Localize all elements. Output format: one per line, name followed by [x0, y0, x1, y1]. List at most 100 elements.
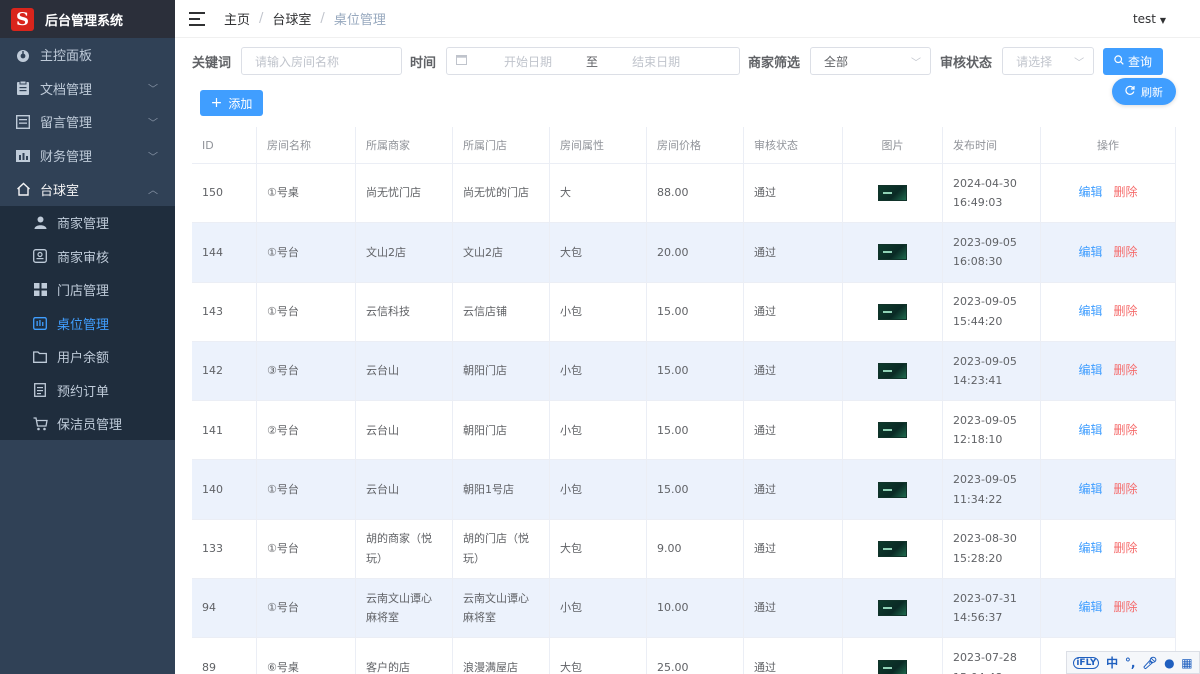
breadcrumb-home[interactable]: 主页: [224, 9, 250, 28]
sidebar-item-merchants[interactable]: 商家管理: [0, 206, 175, 240]
edit-button[interactable]: 编辑: [1078, 421, 1102, 441]
room-price: 15.00: [647, 401, 744, 460]
table-thumbnail[interactable]: [878, 481, 907, 498]
sidebar-item-finance[interactable]: 财务管理 ﹀: [0, 139, 175, 173]
breadcrumb-separator: /: [259, 11, 264, 26]
table-thumbnail[interactable]: [878, 303, 907, 320]
edit-button[interactable]: 编辑: [1078, 361, 1102, 381]
sidebar-item-label: 用户余额: [57, 351, 110, 367]
search-button[interactable]: 查询: [1103, 47, 1164, 75]
image-cell: [843, 341, 943, 401]
delete-button[interactable]: 删除: [1114, 421, 1138, 441]
column-header[interactable]: 房间名称: [257, 126, 356, 164]
table-row[interactable]: 140 ①号台 云台山 朝阳1号店 小包 15.00 通过 2023-09-05 11:34:…: [192, 460, 1176, 520]
publish-time-text: 2023-09-05 15:44:20: [953, 295, 1017, 328]
room-price: 88.00: [647, 164, 744, 223]
delete-button[interactable]: 删除: [1114, 539, 1138, 559]
column-header[interactable]: 操作: [1041, 126, 1176, 164]
user-icon[interactable]: ●: [1164, 656, 1174, 670]
table-thumbnail[interactable]: [878, 244, 907, 261]
table-thumbnail[interactable]: [878, 363, 907, 380]
publish-time: 2023-09-05 15:44:20: [943, 282, 1041, 341]
refresh-button[interactable]: 刷新: [1112, 78, 1176, 105]
table-row[interactable]: 142 ③号台 云台山 朝阳门店 小包 15.00 通过 2023-09-05 14:23:4…: [192, 341, 1176, 402]
room-name-text: ①号台: [267, 601, 299, 615]
room-attribute-text: 小包: [560, 423, 582, 437]
column-header[interactable]: 房间价格: [647, 126, 744, 164]
grid-icon[interactable]: ▦: [1181, 656, 1192, 670]
table-row[interactable]: 94 ①号台 云南文山谭心麻将室 云南文山谭心麻将室 小包 10.00 通过 2023-07-…: [192, 579, 1176, 639]
hamburger-icon[interactable]: [189, 11, 205, 26]
sidebar-item-tables[interactable]: 桌位管理: [0, 306, 175, 340]
sidebar-item-merchant-audit[interactable]: 商家审核: [0, 239, 175, 273]
add-button[interactable]: + 添加: [200, 90, 263, 116]
sidebar-item-billiards[interactable]: 台球室 ︿: [0, 172, 175, 206]
column-header[interactable]: 审核状态: [744, 126, 843, 164]
table-thumbnail[interactable]: [878, 185, 907, 202]
logo[interactable]: S 后台管理系统: [0, 0, 175, 38]
publish-time-text: 2023-09-05 11:34:22: [953, 473, 1017, 506]
publish-time: 2024-04-30 16:49:03: [943, 164, 1041, 223]
user-menu[interactable]: test ▼: [1133, 12, 1166, 26]
edit-button[interactable]: 编辑: [1078, 243, 1102, 263]
table-thumbnail[interactable]: [878, 540, 907, 557]
ime-mode[interactable]: 中: [1106, 654, 1118, 671]
chevron-up-icon: ︿: [148, 185, 158, 197]
table-thumbnail[interactable]: [878, 600, 907, 617]
delete-button[interactable]: 删除: [1114, 243, 1138, 263]
edit-button[interactable]: 编辑: [1078, 539, 1102, 559]
delete-button[interactable]: 删除: [1114, 302, 1138, 322]
microphone-icon[interactable]: 🎤︎: [1142, 656, 1157, 670]
sidebar-item-stores[interactable]: 门店管理: [0, 273, 175, 307]
table-thumbnail[interactable]: [878, 659, 907, 674]
delete-button[interactable]: 删除: [1114, 183, 1138, 203]
room-price: 15.00: [647, 282, 744, 341]
audit-status-text: 通过: [754, 482, 776, 496]
room-attribute-text: 大: [560, 186, 571, 200]
table-row[interactable]: 150 ①号桌 尚无忧门店 尚无忧的门店 大 88.00 通过 2024-04-30 16:4…: [192, 164, 1176, 224]
edit-button[interactable]: 编辑: [1078, 183, 1102, 203]
row-actions: 编辑删除: [1041, 282, 1176, 341]
row-id: 142: [192, 341, 257, 401]
end-date-placeholder[interactable]: 结束日期: [632, 53, 680, 70]
sidebar-item-messages[interactable]: 留言管理 ﹀: [0, 105, 175, 139]
delete-button[interactable]: 删除: [1114, 361, 1138, 381]
sidebar-item-label: 商家审核: [57, 250, 110, 266]
table-row[interactable]: 89 ⑥号桌 客户的店 浪漫满屋店 大包 25.00 通过 2023-07-28 15:04:…: [192, 638, 1176, 674]
sidebar-item-reservations[interactable]: 预约订单: [0, 373, 175, 407]
ime-punct-icon[interactable]: °,: [1125, 656, 1136, 670]
merchant-name-text: 文山2店: [366, 245, 406, 259]
edit-button[interactable]: 编辑: [1078, 480, 1102, 500]
merchant-select[interactable]: 全部 ﹀: [810, 47, 932, 75]
sidebar-item-user-balance[interactable]: 用户余额: [0, 340, 175, 374]
table-row[interactable]: 141 ②号台 云台山 朝阳门店 小包 15.00 通过 2023-09-05 12:18:1…: [192, 401, 1176, 461]
publish-time-text: 2023-07-31 14:56:37: [953, 591, 1017, 625]
table-row[interactable]: 143 ①号台 云信科技 云信店铺 小包 15.00 通过 2023-09-05 15:44:…: [192, 282, 1176, 342]
column-header[interactable]: 房间属性: [550, 126, 647, 164]
merchant-name-text: 云台山: [366, 423, 399, 437]
column-header[interactable]: 所属商家: [356, 126, 453, 164]
sidebar-item-dashboard[interactable]: 主控面板: [0, 38, 175, 72]
status-select[interactable]: 请选择 ﹀: [1002, 47, 1095, 75]
column-header[interactable]: 图片: [843, 126, 943, 164]
sidebar-item-documents[interactable]: 文档管理 ﹀: [0, 72, 175, 106]
keyword-input[interactable]: 请输入房间名称: [241, 47, 403, 75]
table-row[interactable]: 133 ①号台 胡的商家（悦玩） 胡的门店（悦玩） 大包 9.00 通过 2023-08-30…: [192, 519, 1176, 580]
column-header[interactable]: 所属门店: [453, 126, 550, 164]
room-price-text: 10.00: [657, 601, 689, 615]
breadcrumb-billiards[interactable]: 台球室: [272, 9, 311, 28]
start-date-placeholder[interactable]: 开始日期: [504, 53, 552, 70]
room-price-text: 15.00: [657, 482, 689, 496]
store-name-text: 文山2店: [463, 245, 503, 259]
table-row[interactable]: 144 ①号台 文山2店 文山2店 大包 20.00 通过 2023-09-05 16:08:…: [192, 223, 1176, 283]
sidebar-item-cleaners[interactable]: 保洁员管理: [0, 407, 175, 441]
table-thumbnail[interactable]: [878, 422, 907, 439]
edit-button[interactable]: 编辑: [1078, 598, 1102, 618]
column-header[interactable]: 发布时间: [943, 126, 1041, 164]
delete-button[interactable]: 删除: [1114, 598, 1138, 618]
date-range-picker[interactable]: 开始日期 至 结束日期: [446, 47, 741, 75]
column-header[interactable]: ID: [192, 126, 257, 164]
delete-button[interactable]: 删除: [1114, 480, 1138, 500]
edit-button[interactable]: 编辑: [1078, 302, 1102, 322]
ime-logo-icon[interactable]: iFLY: [1073, 656, 1100, 669]
